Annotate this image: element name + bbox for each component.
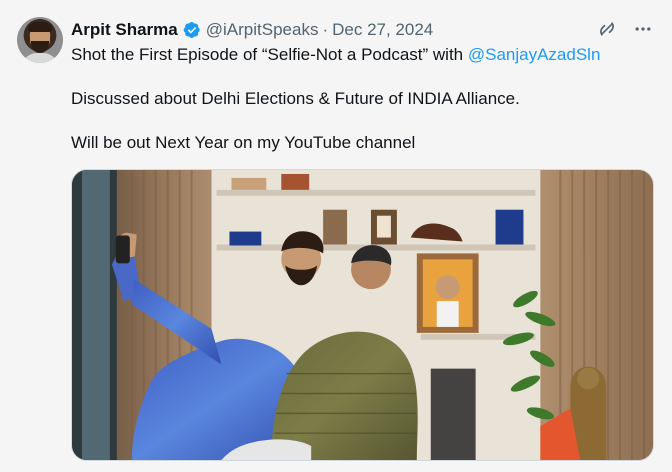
post-date[interactable]: Dec 27, 2024 bbox=[332, 20, 433, 40]
separator-dot: · bbox=[322, 20, 329, 39]
verified-badge-icon[interactable] bbox=[183, 21, 201, 39]
author-handle[interactable]: @iArpitSpeaks bbox=[206, 20, 319, 40]
avatar-hair bbox=[28, 22, 52, 32]
header-actions bbox=[596, 18, 654, 40]
tweet-photo[interactable] bbox=[71, 169, 654, 461]
tweet-line-2: Discussed about Delhi Elections & Future… bbox=[71, 89, 520, 108]
tweet-line-1-text: Shot the First Episode of “Selfie-Not a … bbox=[71, 45, 468, 64]
avatar-shirt bbox=[21, 53, 59, 63]
tweet-text: Shot the First Episode of “Selfie-Not a … bbox=[71, 44, 651, 176]
avatar-beard bbox=[31, 41, 49, 53]
author-avatar[interactable] bbox=[17, 17, 63, 63]
tweet-line-1: Shot the First Episode of “Selfie-Not a … bbox=[71, 44, 651, 66]
tweet: Arpit Sharma @iArpitSpeaks · Dec 27, 202… bbox=[0, 0, 672, 472]
tweet-header: Arpit Sharma @iArpitSpeaks · Dec 27, 202… bbox=[71, 19, 433, 41]
mention-link[interactable]: @SanjayAzadSln bbox=[468, 45, 601, 64]
author-name[interactable]: Arpit Sharma bbox=[71, 20, 178, 40]
photo-illustration bbox=[72, 170, 653, 460]
more-icon[interactable] bbox=[632, 18, 654, 40]
grok-icon[interactable] bbox=[596, 18, 618, 40]
tweet-line-3: Will be out Next Year on my YouTube chan… bbox=[71, 133, 416, 152]
